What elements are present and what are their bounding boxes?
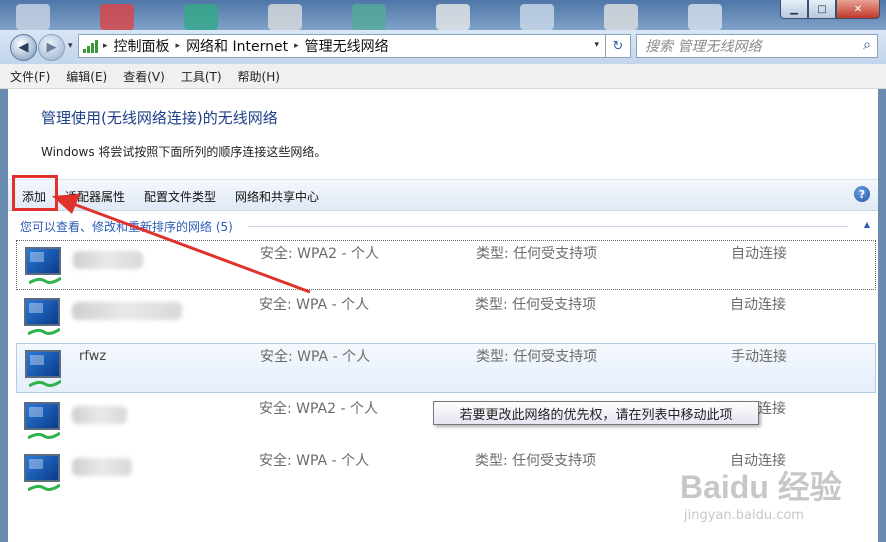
group-divider [248, 226, 848, 227]
back-button[interactable]: ◀ [10, 34, 37, 61]
network-row[interactable]: 安全: WPA - 个人 类型: 任何受支持项 自动连接 [16, 292, 876, 342]
wireless-network-icon [22, 402, 64, 442]
ssid-redacted [72, 458, 132, 476]
ssid-redacted [72, 406, 127, 424]
breadcrumb-separator[interactable]: ▸ [103, 41, 108, 51]
refresh-icon: ↻ [612, 38, 624, 54]
menu-view[interactable]: 查看(V) [117, 68, 171, 85]
network-ssid: rfwz [79, 349, 107, 364]
network-type: 类型: 任何受支持项 [476, 246, 598, 262]
help-icon[interactable]: ? [854, 186, 870, 202]
search-placeholder: 搜索 管理无线网络 [645, 39, 762, 55]
breadcrumb-separator[interactable]: ▸ [176, 41, 181, 51]
minimize-button[interactable]: ▁ [780, 0, 808, 19]
network-signal-icon [83, 39, 99, 53]
network-security: 安全: WPA - 个人 [259, 453, 370, 469]
title-bar: ▁ □ ✕ [0, 0, 886, 30]
wireless-network-icon [23, 350, 65, 390]
profile-type-button[interactable]: 配置文件类型 [144, 188, 216, 205]
page-title: 管理使用(无线网络连接)的无线网络 [41, 109, 278, 127]
network-row[interactable]: rfwz 安全: WPA - 个人 类型: 任何受支持项 手动连接 [16, 343, 876, 393]
address-dropdown-icon[interactable]: ▾ [594, 40, 599, 50]
menu-edit[interactable]: 编辑(E) [60, 68, 113, 85]
network-type: 类型: 任何受支持项 [475, 297, 597, 313]
menu-file[interactable]: 文件(F) [4, 68, 56, 85]
adapter-properties-button[interactable]: 适配器属性 [65, 188, 125, 205]
refresh-button[interactable]: ↻ [605, 34, 631, 58]
forward-arrow-icon: ▶ [46, 40, 57, 55]
caption-buttons: ▁ □ ✕ [780, 0, 880, 19]
network-sharing-center-button[interactable]: 网络和共享中心 [235, 188, 319, 205]
wireless-network-icon [22, 298, 64, 338]
back-arrow-icon: ◀ [18, 40, 29, 55]
network-security: 安全: WPA2 - 个人 [259, 401, 378, 417]
network-type: 类型: 任何受支持项 [475, 453, 597, 469]
maximize-button[interactable]: □ [808, 0, 836, 19]
close-button[interactable]: ✕ [836, 0, 880, 19]
breadcrumb-control-panel[interactable]: 控制面板 [114, 36, 170, 56]
network-row[interactable]: 安全: WPA2 - 个人 类型: 任何受支持项 自动连接 [16, 240, 876, 290]
address-bar[interactable]: ▸ 控制面板 ▸ 网络和 Internet ▸ 管理无线网络 ▾ [78, 34, 606, 58]
priority-tooltip: 若要更改此网络的优先权，请在列表中移动此项 [433, 401, 759, 425]
add-button-annotation-box [12, 175, 58, 211]
watermark-logo: Baidu 经验 [680, 469, 842, 505]
page-description: Windows 将尝试按照下面所列的顺序连接这些网络。 [41, 145, 327, 159]
network-security: 安全: WPA - 个人 [259, 297, 370, 313]
baidu-watermark: Baidu 经验 jingyan.baidu.com [680, 462, 842, 523]
wireless-network-icon [23, 247, 65, 287]
search-input[interactable]: 搜索 管理无线网络 ⌕ [636, 34, 878, 58]
control-panel-window: ▁ □ ✕ ◀ ▶ ▾ ▸ 控制面板 ▸ 网络和 Internet ▸ 管理无线… [0, 0, 886, 542]
network-group-header[interactable]: 您可以查看、修改和重新排序的网络 (5) [20, 218, 233, 235]
breadcrumb-manage-wireless[interactable]: 管理无线网络 [305, 36, 389, 56]
network-connect-mode: 自动连接 [730, 297, 786, 313]
search-icon[interactable]: ⌕ [863, 37, 871, 53]
menu-bar: 文件(F) 编辑(E) 查看(V) 工具(T) 帮助(H) [0, 64, 886, 89]
command-bar: 添加 适配器属性 配置文件类型 网络和共享中心 ? [8, 179, 878, 211]
forward-button[interactable]: ▶ [38, 34, 65, 61]
network-connect-mode: 自动连接 [731, 246, 787, 262]
breadcrumb-network-internet[interactable]: 网络和 Internet [186, 36, 288, 56]
menu-tools[interactable]: 工具(T) [175, 68, 228, 85]
collapse-group-icon[interactable]: ▲ [864, 220, 870, 229]
ssid-redacted [73, 251, 143, 269]
menu-help[interactable]: 帮助(H) [232, 68, 286, 85]
network-type: 类型: 任何受支持项 [476, 349, 598, 365]
network-security: 安全: WPA2 - 个人 [260, 246, 379, 262]
recent-pages-dropdown-icon[interactable]: ▾ [68, 41, 73, 51]
network-connect-mode: 手动连接 [731, 349, 787, 365]
network-security: 安全: WPA - 个人 [260, 349, 371, 365]
watermark-url: jingyan.baidu.com [684, 508, 804, 523]
breadcrumb-separator[interactable]: ▸ [294, 41, 299, 51]
ssid-redacted [72, 302, 182, 320]
wireless-network-icon [22, 454, 64, 494]
